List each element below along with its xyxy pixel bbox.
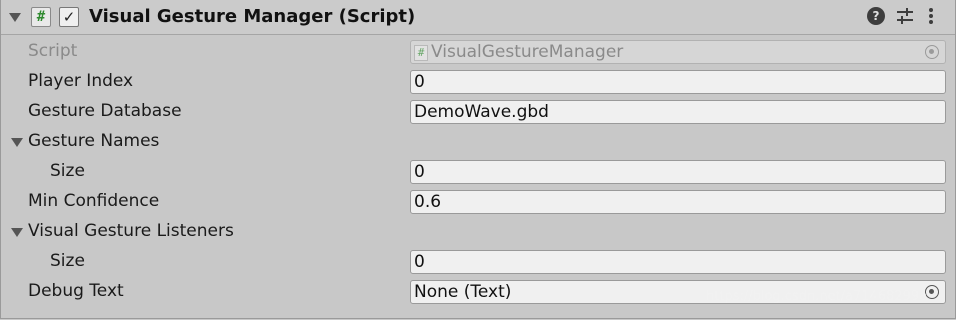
object-picker-icon bbox=[925, 45, 939, 59]
player-index-row: Player Index 0 bbox=[1, 67, 955, 97]
help-icon[interactable]: ? bbox=[867, 7, 885, 25]
foldout-arrow-icon[interactable] bbox=[11, 228, 23, 237]
gesture-database-label: Gesture Database bbox=[28, 101, 182, 121]
min-confidence-row: Min Confidence 0.6 bbox=[1, 187, 955, 217]
gesture-names-size-row: Size 0 bbox=[1, 157, 955, 187]
visual-gesture-listeners-label[interactable]: Visual Gesture Listeners bbox=[28, 221, 234, 241]
visual-gesture-listeners-size-label: Size bbox=[50, 251, 85, 271]
gesture-database-row: Gesture Database DemoWave.gbd bbox=[1, 97, 955, 127]
min-confidence-label: Min Confidence bbox=[28, 191, 160, 211]
script-row: Script # VisualGestureManager bbox=[1, 37, 955, 67]
component-header[interactable]: # ✓ Visual Gesture Manager (Script) ? bbox=[1, 0, 955, 35]
foldout-arrow-icon[interactable] bbox=[11, 138, 23, 147]
debug-text-field[interactable]: None (Text) bbox=[410, 280, 946, 304]
player-index-input[interactable]: 0 bbox=[410, 70, 946, 94]
gesture-names-size-input[interactable]: 0 bbox=[410, 160, 946, 184]
debug-text-label: Debug Text bbox=[28, 281, 124, 301]
foldout-arrow-icon[interactable] bbox=[9, 13, 21, 22]
preset-icon[interactable] bbox=[896, 7, 914, 25]
gesture-database-input[interactable]: DemoWave.gbd bbox=[410, 100, 946, 124]
script-label: Script bbox=[28, 41, 78, 61]
component-enabled-checkbox[interactable]: ✓ bbox=[59, 7, 79, 27]
player-index-label: Player Index bbox=[28, 71, 134, 91]
script-value: VisualGestureManager bbox=[431, 42, 624, 62]
visual-gesture-listeners-size-input[interactable]: 0 bbox=[410, 250, 946, 274]
inspector-component-panel: # ✓ Visual Gesture Manager (Script) ? Sc… bbox=[0, 0, 956, 319]
script-small-icon: # bbox=[414, 45, 428, 61]
component-title: Visual Gesture Manager (Script) bbox=[89, 6, 416, 27]
gesture-names-label[interactable]: Gesture Names bbox=[28, 131, 159, 151]
min-confidence-input[interactable]: 0.6 bbox=[410, 190, 946, 214]
kebab-menu-icon[interactable] bbox=[926, 7, 936, 25]
debug-text-value: None (Text) bbox=[414, 282, 512, 302]
gesture-names-size-label: Size bbox=[50, 161, 85, 181]
visual-gesture-listeners-row[interactable]: Visual Gesture Listeners bbox=[1, 217, 955, 247]
script-icon: # bbox=[31, 7, 51, 27]
gesture-names-row[interactable]: Gesture Names bbox=[1, 127, 955, 157]
object-picker-icon[interactable] bbox=[925, 285, 939, 299]
debug-text-row: Debug Text None (Text) bbox=[1, 277, 955, 307]
script-field: # VisualGestureManager bbox=[410, 40, 946, 64]
visual-gesture-listeners-size-row: Size 0 bbox=[1, 247, 955, 277]
